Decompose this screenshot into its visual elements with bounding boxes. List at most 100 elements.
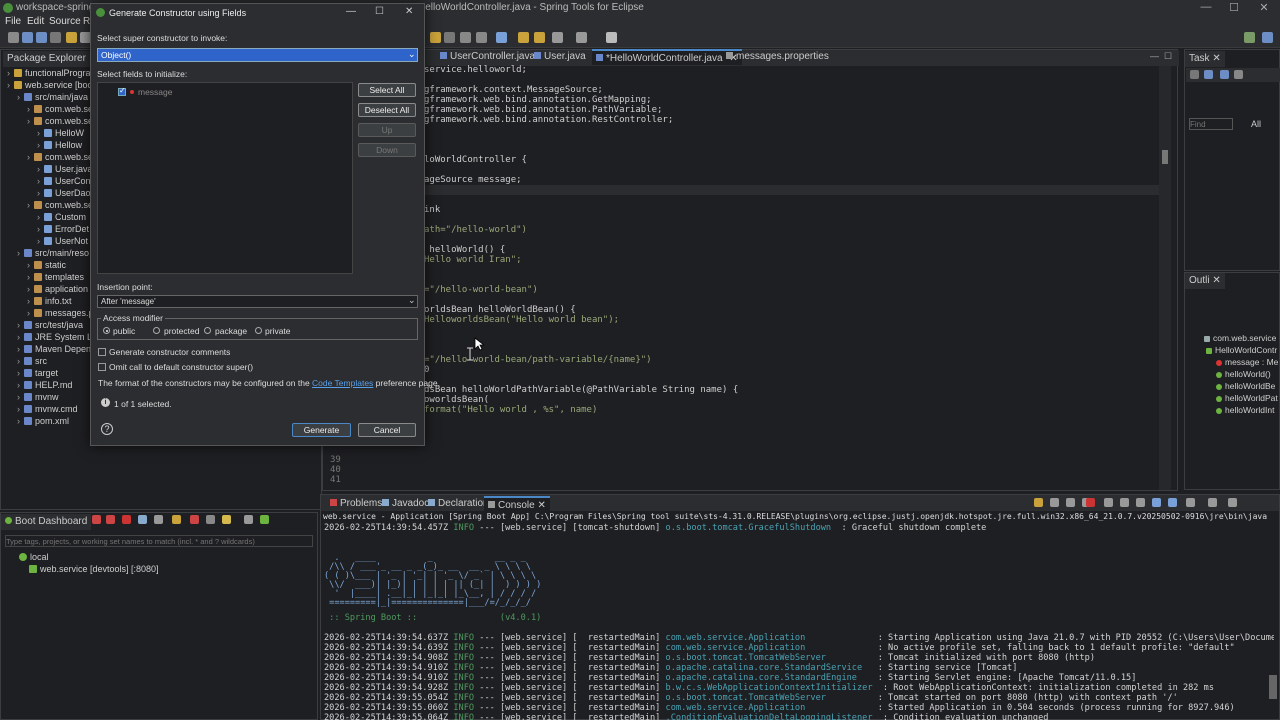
package-radio[interactable] xyxy=(204,327,211,334)
chevron-right-icon[interactable]: › xyxy=(17,247,24,259)
chevron-right-icon[interactable]: › xyxy=(17,91,24,103)
bookmark-icon[interactable] xyxy=(430,32,441,43)
tab-user[interactable]: User.java xyxy=(530,49,590,65)
tab-boot-dashboard[interactable]: Boot Dashboard xyxy=(1,514,92,530)
editor-minimize-icon[interactable]: — xyxy=(1150,51,1159,61)
package-tree-item[interactable]: › application xyxy=(27,283,88,295)
tab-outline[interactable]: Outli ✕ xyxy=(1185,273,1225,289)
outline-item[interactable]: com.web.service xyxy=(1204,332,1280,344)
properties-icon[interactable] xyxy=(206,515,215,524)
filter-icon[interactable] xyxy=(244,515,253,524)
pin-icon[interactable] xyxy=(496,32,507,43)
collapse-icon[interactable] xyxy=(1220,70,1229,79)
menu-source[interactable]: Source xyxy=(49,16,81,27)
dialog-minimize-icon[interactable]: — xyxy=(346,6,356,17)
package-tree-item[interactable]: › templates xyxy=(27,271,84,283)
chevron-right-icon[interactable]: › xyxy=(27,283,34,295)
annotation-icon[interactable] xyxy=(476,32,487,43)
new-icon[interactable] xyxy=(8,32,19,43)
package-tree-item[interactable]: › mvnw.cmd xyxy=(17,403,78,415)
search-icon[interactable] xyxy=(444,32,455,43)
editor-maximize-icon[interactable]: ☐ xyxy=(1164,51,1172,62)
chevron-right-icon[interactable]: › xyxy=(17,379,24,391)
dialog-close-icon[interactable]: ✕ xyxy=(405,6,413,17)
package-tree-item[interactable]: › HELP.md xyxy=(17,379,72,391)
down-button[interactable]: Down xyxy=(358,143,416,157)
package-tree-item[interactable]: › JRE System Li xyxy=(17,331,94,343)
filter-icon[interactable] xyxy=(1204,70,1213,79)
package-tree-item[interactable]: › messages.p xyxy=(27,307,94,319)
chevron-right-icon[interactable]: › xyxy=(27,259,34,271)
chevron-right-icon[interactable]: › xyxy=(27,115,34,127)
generate-button[interactable]: Generate xyxy=(292,423,351,437)
console-icon[interactable] xyxy=(154,515,163,524)
package-tree-item[interactable]: › UserNot xyxy=(37,235,88,247)
close-tab-icon[interactable]: ✕ xyxy=(537,500,545,511)
close-tab-icon[interactable]: ✕ xyxy=(1212,53,1220,64)
outline-item[interactable]: helloWorldBe xyxy=(1216,380,1280,392)
config-icon[interactable] xyxy=(172,515,181,524)
chevron-right-icon[interactable]: › xyxy=(37,211,44,223)
menu-file[interactable]: File xyxy=(5,16,21,27)
open-web-icon[interactable] xyxy=(138,515,147,524)
package-tree-item[interactable]: › src/main/reso xyxy=(17,247,89,259)
package-tree-item[interactable]: › ErrorDet xyxy=(37,223,89,235)
dialog-maximize-icon[interactable]: ☐ xyxy=(375,6,384,17)
up-button[interactable]: Up xyxy=(358,123,416,137)
chevron-right-icon[interactable]: › xyxy=(17,331,24,343)
find-input[interactable] xyxy=(1189,118,1233,130)
remove-all-icon[interactable] xyxy=(1066,498,1075,507)
package-tree-item[interactable]: › src/main/java xyxy=(17,91,88,103)
maximize-icon[interactable]: ☐ xyxy=(1226,1,1242,15)
outline-item[interactable]: message : Me xyxy=(1216,356,1280,368)
delete-icon[interactable] xyxy=(190,515,199,524)
stop-icon[interactable] xyxy=(122,515,131,524)
add-icon[interactable] xyxy=(260,515,269,524)
chevron-right-icon[interactable]: › xyxy=(37,163,44,175)
restart-debug-icon[interactable] xyxy=(106,515,115,524)
outline-item[interactable]: helloWorldInt xyxy=(1216,404,1280,416)
open-type-icon[interactable] xyxy=(460,32,471,43)
editor-scrollbar[interactable] xyxy=(1159,66,1171,490)
open-console-icon[interactable] xyxy=(1186,498,1195,507)
editor-scroll-thumb[interactable] xyxy=(1162,150,1168,164)
chevron-right-icon[interactable]: › xyxy=(7,79,14,91)
package-tree-item[interactable]: › com.web.se xyxy=(27,103,93,115)
super-constructor-select[interactable]: Object() ⌄ xyxy=(97,48,418,62)
chevron-right-icon[interactable]: › xyxy=(37,235,44,247)
show-stdout-icon[interactable] xyxy=(1152,498,1161,507)
word-wrap-icon[interactable] xyxy=(1136,498,1145,507)
chevron-right-icon[interactable]: › xyxy=(27,295,34,307)
chevron-right-icon[interactable]: › xyxy=(17,367,24,379)
scroll-lock-icon[interactable] xyxy=(1120,498,1129,507)
chevron-right-icon[interactable]: › xyxy=(17,355,24,367)
package-tree-item[interactable]: › src xyxy=(17,355,47,367)
select-all-button[interactable]: Select All xyxy=(358,83,416,97)
categorize-icon[interactable] xyxy=(1234,70,1243,79)
package-tree-item[interactable]: › com.web.se xyxy=(27,199,93,211)
insertion-point-select[interactable]: After 'message' ⌄ xyxy=(97,295,418,308)
tab-declaration[interactable]: Declaration xyxy=(424,496,493,512)
save-icon[interactable] xyxy=(22,32,33,43)
package-tree-item[interactable]: › static xyxy=(27,259,66,271)
package-tree-item[interactable]: › pom.xml xyxy=(17,415,69,427)
chevron-right-icon[interactable]: › xyxy=(27,307,34,319)
package-tree-item[interactable]: › target xyxy=(17,367,58,379)
fields-list[interactable]: ✓ message xyxy=(97,82,353,274)
deselect-all-button[interactable]: Deselect All xyxy=(358,103,416,117)
all-filter-button[interactable]: All xyxy=(1251,119,1261,129)
generate-comments-checkbox[interactable] xyxy=(98,348,106,356)
new-console-icon[interactable] xyxy=(1228,498,1237,507)
outline-item[interactable]: helloWorld() xyxy=(1216,368,1280,380)
terminal-icon[interactable] xyxy=(606,32,617,43)
tab-usercontroller[interactable]: UserController.java xyxy=(436,49,539,65)
chevron-right-icon[interactable]: › xyxy=(17,343,24,355)
package-tree-item[interactable]: › mvnw xyxy=(17,391,59,403)
chevron-right-icon[interactable]: › xyxy=(17,391,24,403)
chevron-right-icon[interactable]: › xyxy=(37,187,44,199)
print-icon[interactable] xyxy=(50,32,61,43)
display-console-icon[interactable] xyxy=(1208,498,1217,507)
back-icon[interactable] xyxy=(552,32,563,43)
help-icon[interactable]: ? xyxy=(101,423,113,435)
chevron-right-icon[interactable]: › xyxy=(27,199,34,211)
